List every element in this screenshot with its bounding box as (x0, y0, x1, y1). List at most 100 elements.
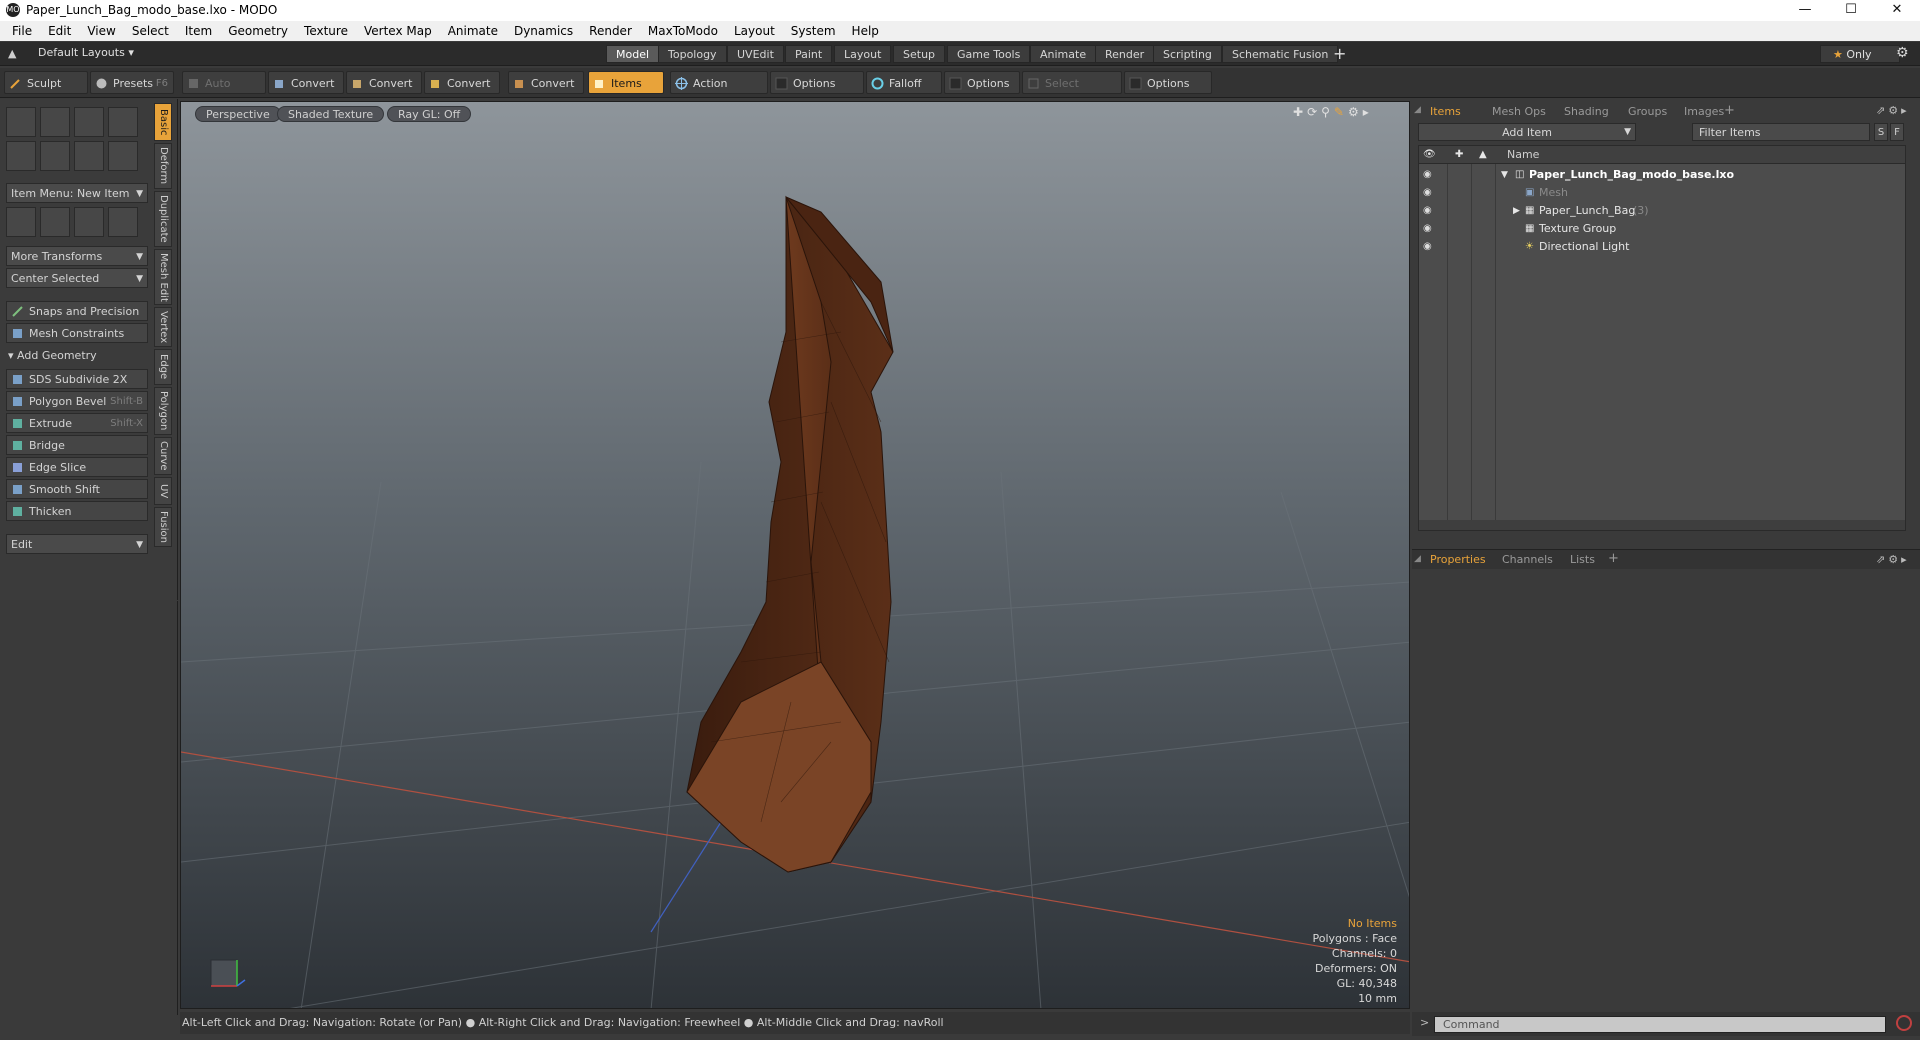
play-icon[interactable]: ▸ (1901, 553, 1910, 566)
tab-scripting[interactable]: Scripting (1153, 45, 1222, 63)
capsule-primitive-icon[interactable] (40, 141, 70, 171)
play-icon[interactable]: ▸ (1901, 104, 1910, 117)
tab-shading[interactable]: Shading (1556, 103, 1617, 121)
smooth-shift-button[interactable]: Smooth Shift (6, 479, 148, 499)
polygon-bevel-button[interactable]: Polygon Bevel Shift-B (6, 391, 148, 411)
tab-topology[interactable]: Topology (658, 45, 727, 63)
tab-mesh-ops[interactable]: Mesh Ops (1484, 103, 1554, 121)
falloff-options-button[interactable]: Options (944, 71, 1020, 94)
tab-uvedit[interactable]: UVEdit (727, 45, 784, 63)
render-header-icon[interactable]: ▲ (1479, 146, 1487, 164)
eye-icon[interactable]: ◉ (1423, 238, 1432, 256)
menu-maxtomodo[interactable]: MaxToModo (640, 21, 726, 41)
vtab-edge[interactable]: Edge (154, 349, 172, 385)
cylinder-primitive-icon[interactable] (74, 107, 104, 137)
viewport-nav-icons[interactable]: ✚⟳⚲✎⚙▸ (1293, 105, 1373, 119)
menu-help[interactable]: Help (844, 21, 887, 41)
gear-icon[interactable]: ⚙ (1888, 553, 1901, 566)
vtab-curve[interactable]: Curve (154, 437, 172, 475)
default-layouts-dropdown[interactable]: Default Layouts ▾ (38, 46, 134, 59)
tab-lists[interactable]: Lists (1562, 551, 1603, 569)
convert-items-button[interactable]: Convert (508, 71, 584, 94)
menu-layout[interactable]: Layout (726, 21, 783, 41)
center-selected-dropdown[interactable]: Center Selected ▼ (6, 268, 148, 288)
add-item-dropdown[interactable]: Add Item ▼ (1418, 123, 1636, 141)
only-button[interactable]: ★ Only (1820, 45, 1900, 63)
edit-dropdown[interactable]: Edit ▼ (6, 534, 148, 554)
tab-properties[interactable]: Properties (1422, 551, 1494, 569)
transform-tool-icon[interactable] (6, 207, 36, 237)
tree-row-directional-light[interactable]: ◉ ☀ Directional Light (1419, 238, 1905, 256)
menu-system[interactable]: System (783, 21, 844, 41)
filter-s-button[interactable]: S (1874, 123, 1888, 141)
panel-options-icons[interactable]: ⇗⚙▸ (1876, 553, 1910, 566)
action-center-options-button[interactable]: Options (770, 71, 864, 94)
select-through-options-button[interactable]: Options (1124, 71, 1212, 94)
items-mode-button[interactable]: Items (588, 71, 664, 94)
menu-view[interactable]: View (79, 21, 123, 41)
gear-icon[interactable]: ⚙ (1896, 45, 1909, 61)
play-icon[interactable]: ▸ (1363, 105, 1373, 119)
eye-icon[interactable]: ◉ (1423, 220, 1432, 238)
convert-edges-button[interactable]: Convert (346, 71, 422, 94)
cone-primitive-icon[interactable] (108, 107, 138, 137)
thicken-button[interactable]: Thicken (6, 501, 148, 521)
record-macro-icon[interactable] (1896, 1015, 1912, 1031)
tab-model[interactable]: Model (606, 45, 660, 63)
add-tab-plus-icon[interactable]: + (1608, 551, 1619, 566)
tree-row-texture-group[interactable]: ◉ ▦ Texture Group (1419, 220, 1905, 238)
sculpt-button[interactable]: Sculpt (4, 71, 88, 94)
lock-header-icon[interactable]: ✚ (1455, 146, 1463, 164)
command-input[interactable]: Command (1434, 1016, 1886, 1033)
tab-setup[interactable]: Setup (893, 45, 946, 63)
menu-animate[interactable]: Animate (440, 21, 506, 41)
shaded-texture-button[interactable]: Shaded Texture (277, 106, 385, 122)
gear-icon[interactable]: ⚙ (1348, 105, 1363, 119)
snaps-precision-button[interactable]: Snaps and Precision (6, 301, 148, 321)
gear-icon[interactable]: ⚙ (1888, 104, 1901, 117)
zoom-icon[interactable]: ⚲ (1321, 105, 1334, 119)
ray-gl-button[interactable]: Ray GL: Off (387, 106, 472, 122)
3d-viewport[interactable]: Perspective Shaded Texture Ray GL: Off ✚… (180, 101, 1410, 1009)
menu-vertex-map[interactable]: Vertex Map (356, 21, 440, 41)
falloff-button[interactable]: Falloff (866, 71, 942, 94)
tab-channels[interactable]: Channels (1494, 551, 1561, 569)
vtab-duplicate[interactable]: Duplicate (154, 191, 172, 247)
rotate-icon[interactable]: ⟳ (1307, 105, 1321, 119)
presets-button[interactable]: Presets F6 (90, 71, 174, 94)
menu-edit[interactable]: Edit (40, 21, 79, 41)
name-column-header[interactable]: Name (1507, 146, 1539, 164)
menu-select[interactable]: Select (124, 21, 177, 41)
extrude-button[interactable]: Extrude Shift-X (6, 413, 148, 433)
vtab-uv[interactable]: UV (154, 477, 172, 505)
rotate-tool-icon[interactable] (74, 207, 104, 237)
tab-game-tools[interactable]: Game Tools (947, 45, 1031, 63)
tab-items[interactable]: Items (1422, 103, 1469, 121)
bridge-button[interactable]: Bridge (6, 435, 148, 455)
menu-geometry[interactable]: Geometry (220, 21, 296, 41)
expand-icon[interactable]: ⇗ (1876, 104, 1888, 117)
convert-polygons-button[interactable]: Convert (424, 71, 500, 94)
mesh-constraints-button[interactable]: Mesh Constraints (6, 323, 148, 343)
cube-primitive-icon[interactable] (6, 107, 36, 137)
menu-file[interactable]: File (0, 21, 40, 41)
tab-groups[interactable]: Groups (1620, 103, 1675, 121)
vtab-basic[interactable]: Basic (154, 103, 172, 141)
horizontal-scrollbar[interactable] (1419, 520, 1905, 530)
add-tab-plus-icon[interactable]: + (1724, 103, 1735, 118)
menu-render[interactable]: Render (581, 21, 640, 41)
edge-slice-button[interactable]: Edge Slice (6, 457, 148, 477)
filter-f-button[interactable]: F (1890, 123, 1904, 141)
panel-options-icons[interactable]: ⇗⚙▸ (1876, 104, 1910, 117)
tree-row-paper-lunch-bag[interactable]: ◉ ▶ ▦ Paper_Lunch_Bag (3) (1419, 202, 1905, 220)
tab-animate[interactable]: Animate (1030, 45, 1097, 63)
scale-tool-icon[interactable] (108, 207, 138, 237)
text-tool-icon[interactable] (108, 141, 138, 171)
brush-icon[interactable]: ✎ (1334, 105, 1348, 119)
tab-render[interactable]: Render (1095, 45, 1155, 63)
pen-tool-icon[interactable] (74, 141, 104, 171)
menu-texture[interactable]: Texture (296, 21, 356, 41)
minimize-button[interactable]: — (1782, 0, 1828, 21)
sds-subdivide-button[interactable]: SDS Subdivide 2X (6, 369, 148, 389)
tree-row-mesh[interactable]: ◉ ▣ Mesh (1419, 184, 1905, 202)
